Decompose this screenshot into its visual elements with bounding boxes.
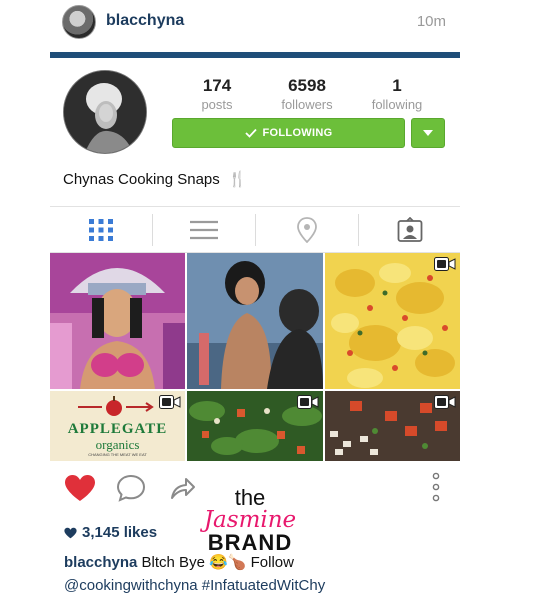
applegate-brand-tagline: CHANGING THE MEAT WE EAT (88, 452, 147, 457)
watermark-jasmine: Jasmine (203, 507, 297, 533)
followers-label: followers (281, 97, 333, 112)
stat-posts[interactable]: 174 posts (172, 76, 262, 112)
likes-text: 3,145 likes (82, 524, 158, 541)
caption-follow: Follow (250, 554, 294, 571)
photo-grid: APPLEGATE organics CHANGING THE MEAT WE … (50, 253, 460, 461)
caret-down-icon (423, 130, 433, 136)
grid-tile-carnival[interactable] (50, 253, 185, 389)
list-icon (190, 220, 218, 240)
tab-tagged[interactable] (359, 208, 461, 252)
grinning-emoji-icon: 😂 (209, 554, 228, 571)
follow-options-dropdown[interactable] (411, 118, 445, 148)
location-pin-icon (297, 217, 317, 243)
profile-view-tabs (50, 208, 460, 252)
profile-avatar[interactable] (63, 70, 147, 154)
caption-hashtags[interactable]: @cookingwithchyna #InfatuatedWitChy (64, 577, 325, 594)
divider (50, 206, 460, 207)
video-camera-icon (434, 257, 456, 271)
heart-icon[interactable] (64, 474, 96, 502)
grid-tile-applegate[interactable]: APPLEGATE organics CHANGING THE MEAT WE … (50, 391, 185, 461)
caption-username[interactable]: blacchyna (64, 554, 137, 571)
following-count: 1 (392, 76, 402, 95)
small-heart-icon (64, 527, 77, 538)
likes-count[interactable]: 3,145 likes (64, 524, 157, 541)
tagged-person-icon (397, 217, 423, 242)
video-camera-icon (297, 395, 319, 409)
post-caption: blacchyna Bltch Bye 😂🍗 Follow (64, 553, 294, 571)
post-header: blacchyna 10m (50, 0, 460, 46)
stat-following[interactable]: 1 following (352, 76, 442, 112)
followers-count: 6598 (288, 76, 326, 95)
drumstick-emoji-icon: 🍗 (227, 554, 247, 571)
tab-places[interactable] (256, 208, 358, 252)
more-options-icon[interactable] (432, 472, 440, 502)
profile-bio: Chynas Cooking Snaps 🍴 (63, 170, 247, 188)
video-camera-icon (159, 395, 181, 409)
header-divider-bar (50, 52, 460, 58)
posts-label: posts (201, 97, 233, 112)
post-timestamp: 10m (416, 13, 446, 30)
following-button[interactable]: FOLLOWING (172, 118, 405, 148)
tab-list[interactable] (153, 208, 255, 252)
comment-icon[interactable] (116, 474, 146, 502)
profile-stats: 174 posts 6598 followers 1 following (172, 76, 442, 112)
watermark-logo: the Jasmine BRAND (190, 487, 310, 554)
following-label: following (371, 97, 423, 112)
checkmark-icon (244, 128, 257, 138)
posts-count: 174 (202, 76, 232, 95)
stat-followers[interactable]: 6598 followers (262, 76, 352, 112)
grid-tile-portrait[interactable] (187, 253, 323, 389)
avatar[interactable] (62, 5, 96, 39)
watermark-brand: BRAND (207, 530, 293, 555)
grid-icon (89, 219, 113, 241)
video-camera-icon (434, 395, 456, 409)
tab-grid[interactable] (50, 208, 152, 252)
grid-tile-scrambled-eggs[interactable] (325, 253, 460, 389)
grid-tile-greens[interactable] (187, 391, 323, 461)
watermark-the: the (234, 485, 266, 510)
applegate-brand-sub: organics (95, 437, 140, 452)
grid-tile-chopped-vegetables[interactable] (325, 391, 460, 461)
applegate-brand-text: APPLEGATE (67, 421, 168, 437)
fork-knife-icon: 🍴 (227, 171, 247, 188)
caption-text: Bltch Bye (141, 554, 205, 571)
header-username[interactable]: blacchyna (106, 12, 184, 30)
following-button-label: FOLLOWING (262, 127, 333, 139)
bio-text: Chynas Cooking Snaps (63, 171, 220, 188)
